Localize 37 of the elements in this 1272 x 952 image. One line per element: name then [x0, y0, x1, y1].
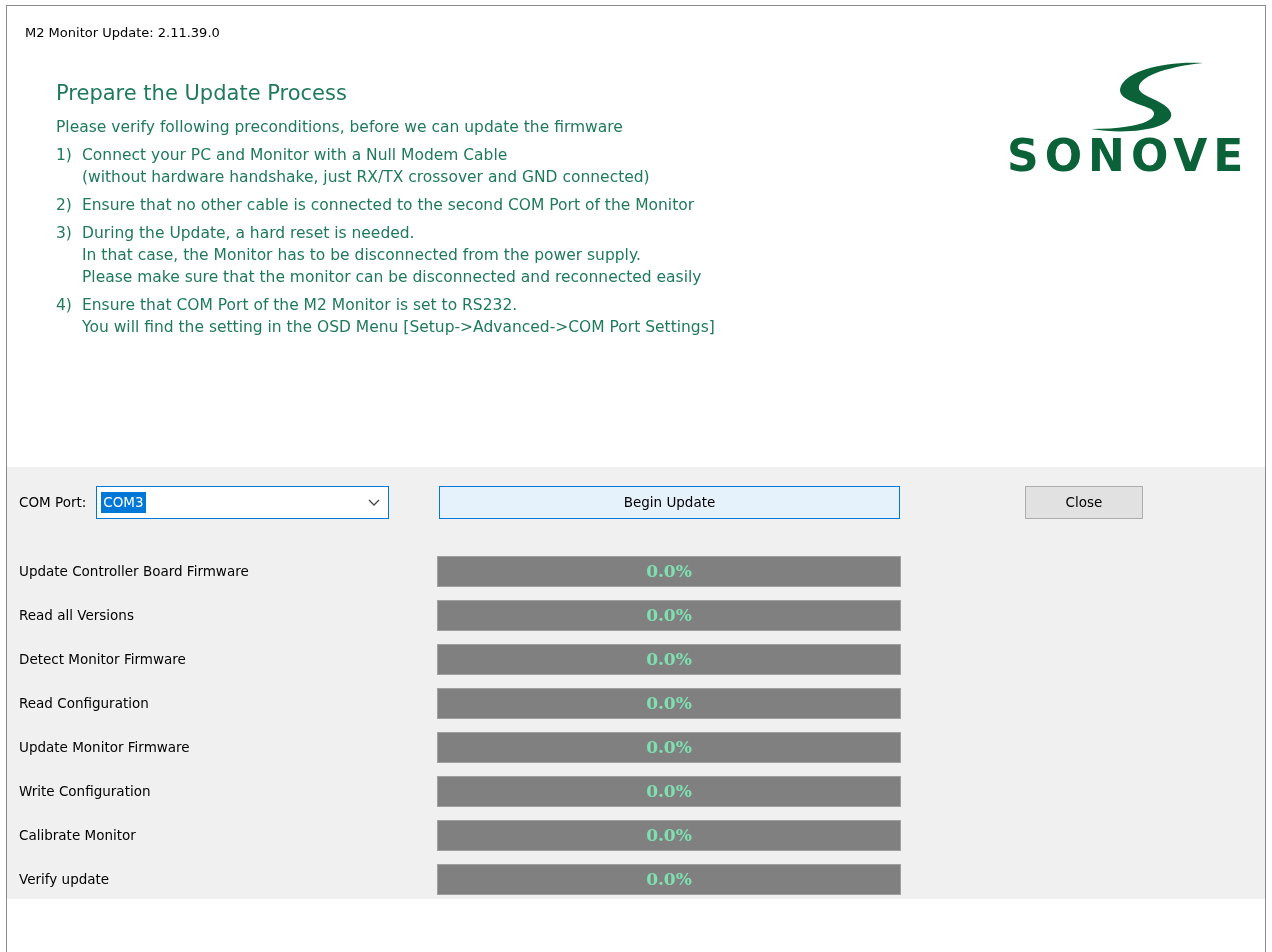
task-label: Update Monitor Firmware — [19, 738, 191, 758]
intro-text: Please verify following preconditions, before we can update the firmware — [56, 117, 624, 138]
begin-update-button[interactable]: Begin Update — [439, 486, 900, 519]
step-text: During the Update, a hard reset is needed. — [82, 223, 416, 244]
task-label: Calibrate Monitor — [19, 826, 137, 846]
task-label: Read all Versions — [19, 606, 135, 626]
page-heading: Prepare the Update Process — [56, 80, 348, 107]
step-number: 2) — [56, 195, 73, 216]
task-label: Write Configuration — [19, 782, 152, 802]
step-text: (without hardware handshake, just RX/TX crossover and GND connected) — [82, 167, 650, 188]
logo-text: SONOVE — [1007, 132, 1250, 180]
progress-reading: 0.0% — [645, 867, 693, 891]
progress-reading: 0.0% — [645, 559, 693, 583]
com-port-dropdown[interactable]: COM3 — [96, 486, 390, 519]
window-title: M2 Monitor Update: 2.11.39.0 — [25, 24, 220, 42]
step-number: 1) — [56, 145, 73, 166]
chevron-down-icon — [368, 498, 381, 507]
task-label: Detect Monitor Firmware — [19, 650, 187, 670]
progress-reading: 0.0% — [645, 779, 693, 803]
progress-reading: 0.0% — [645, 735, 693, 759]
task-label: Update Controller Board Firmware — [19, 562, 250, 582]
step-text: Ensure that no other cable is connected to the second COM Port of the Monitor — [82, 195, 695, 216]
step-text: You will find the setting in the OSD Menu [Setup->Advanced->COM Port Settings] — [82, 317, 715, 338]
step-text: Connect your PC and Monitor with a Null Modem Cable — [82, 145, 509, 166]
progress-reading: 0.0% — [645, 647, 693, 671]
progress-reading: 0.0% — [645, 603, 693, 627]
step-number: 4) — [56, 295, 73, 316]
step-text: Ensure that COM Port of the M2 Monitor is set to RS232. — [82, 295, 519, 316]
task-label: Read Configuration — [19, 694, 150, 714]
task-label: Verify update — [19, 870, 111, 890]
progress-reading: 0.0% — [645, 691, 693, 715]
close-button[interactable]: Close — [1025, 486, 1143, 519]
step-text: In that case, the Monitor has to be disconnected from the power supply. — [82, 245, 642, 266]
com-port-label: COM Port: — [19, 493, 87, 513]
step-number: 3) — [56, 223, 73, 244]
progress-reading: 0.0% — [645, 823, 693, 847]
step-text: Please make sure that the monitor can be disconnected and reconnected easily — [82, 267, 702, 288]
